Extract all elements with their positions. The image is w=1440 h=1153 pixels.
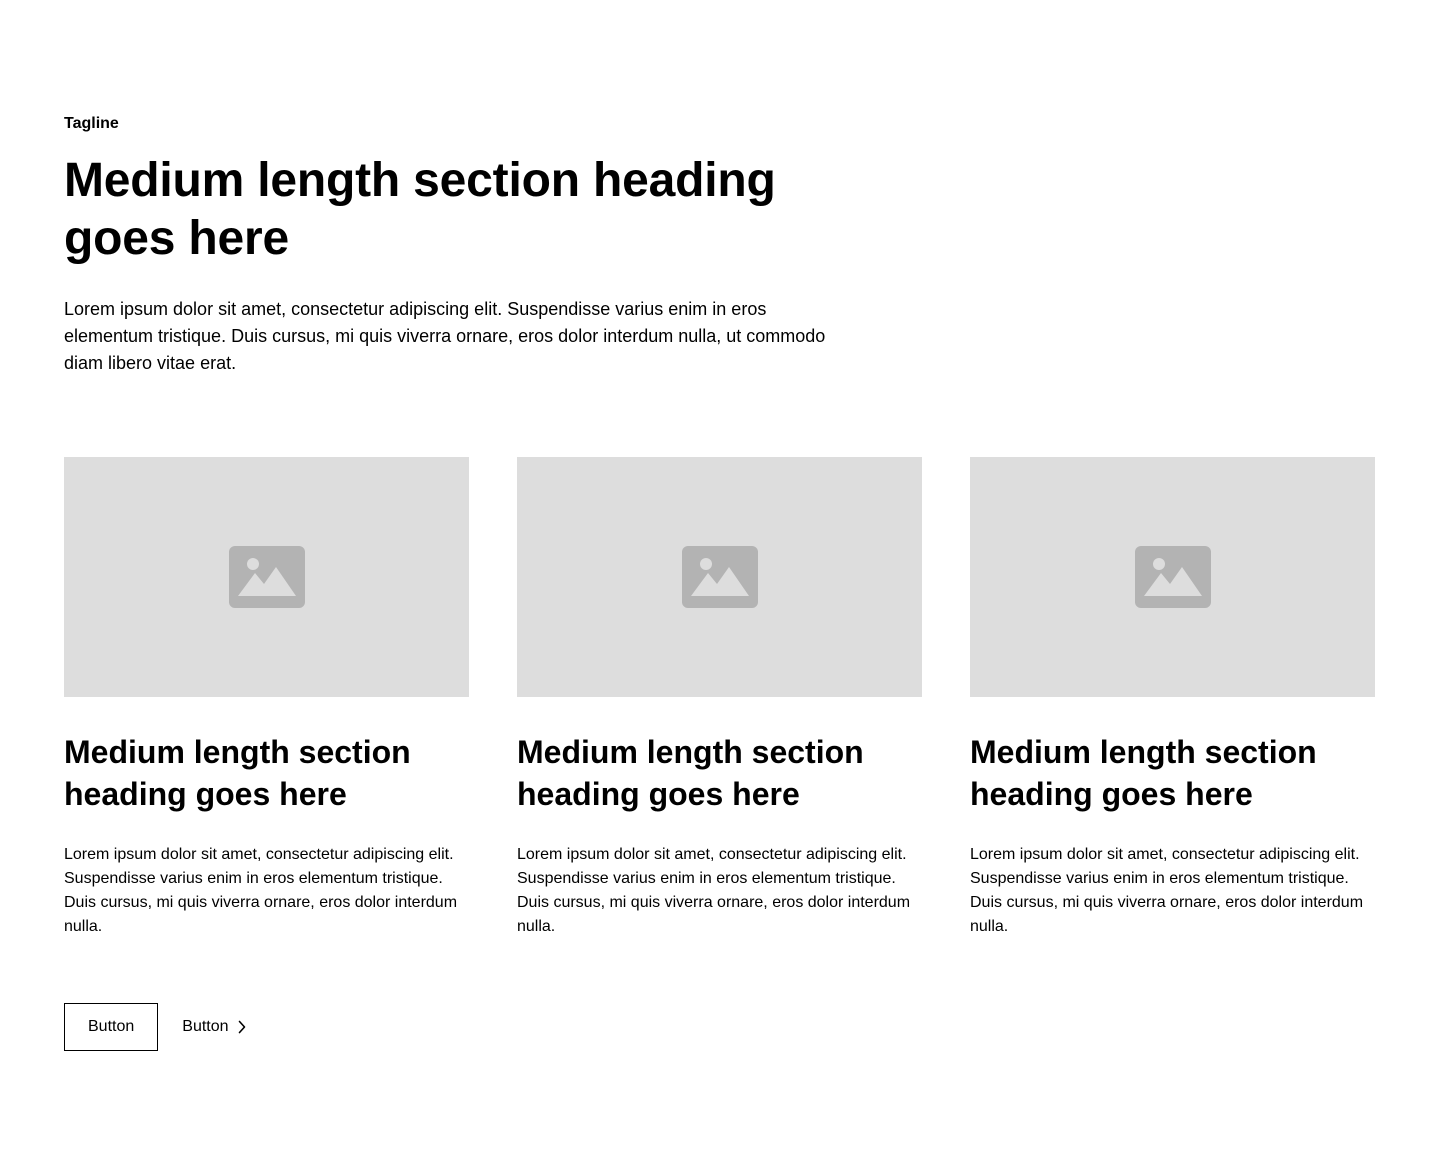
- card-heading: Medium length section heading goes here: [64, 734, 411, 812]
- card: Medium length section heading goes here …: [517, 457, 922, 939]
- card-grid: Medium length section heading goes here …: [64, 457, 1376, 939]
- card-image-placeholder: [517, 457, 922, 697]
- primary-button[interactable]: Button: [64, 1003, 159, 1051]
- card-heading: Medium length section heading goes here: [517, 734, 864, 812]
- card-text: Lorem ipsum dolor sit amet, consectetur …: [970, 846, 1364, 935]
- section-heading: Medium length section heading goes here: [64, 154, 776, 265]
- card-image-placeholder: [970, 457, 1375, 697]
- action-buttons: Button Button: [64, 1003, 1376, 1051]
- content-section: Tagline Medium length section heading go…: [64, 112, 1376, 1051]
- card-image-placeholder: [64, 457, 469, 697]
- image-placeholder-icon: [681, 546, 758, 608]
- card-heading: Medium length section heading goes here: [970, 734, 1317, 812]
- image-placeholder-icon: [1134, 546, 1211, 608]
- section-description: Lorem ipsum dolor sit amet, consectetur …: [64, 299, 826, 373]
- card: Medium length section heading goes here …: [970, 457, 1375, 939]
- card: Medium length section heading goes here …: [64, 457, 469, 939]
- tagline: Tagline: [64, 115, 119, 132]
- card-text: Lorem ipsum dolor sit amet, consectetur …: [64, 846, 458, 935]
- card-text: Lorem ipsum dolor sit amet, consectetur …: [517, 846, 911, 935]
- chevron-right-icon: [238, 1020, 245, 1034]
- image-placeholder-icon: [228, 546, 305, 608]
- secondary-link-button[interactable]: Button: [182, 1003, 246, 1051]
- secondary-button-label: Button: [182, 1018, 229, 1035]
